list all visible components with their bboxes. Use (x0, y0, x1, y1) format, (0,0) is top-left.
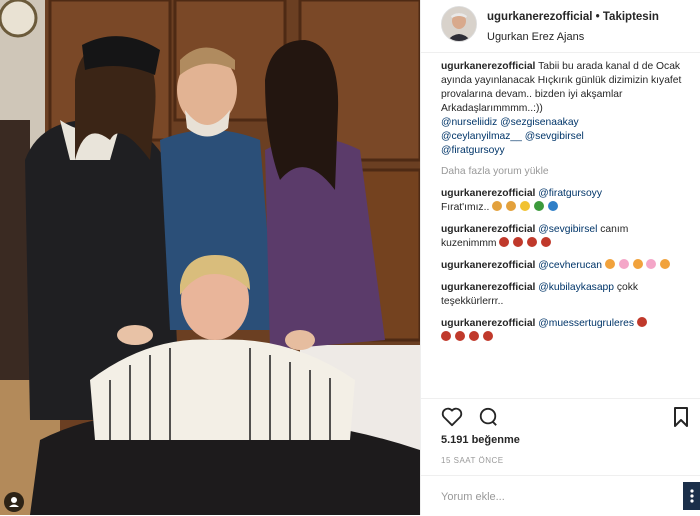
emoji-icon (506, 201, 517, 211)
emoji-icon (646, 259, 657, 269)
heart-icon[interactable] (441, 407, 463, 432)
comment-item: ugurkanerezofficial @sevgibirsel canım k… (421, 223, 700, 251)
post-username[interactable]: ugurkanerezofficial (487, 11, 592, 23)
emoji-icon (441, 331, 451, 341)
emoji-row (604, 259, 672, 271)
more-icon[interactable] (683, 482, 700, 510)
emoji-icon (499, 237, 510, 247)
action-bar (421, 398, 700, 433)
comment-icon[interactable] (477, 407, 499, 432)
emoji-icon (632, 259, 643, 269)
emoji-icon (513, 237, 524, 247)
post-location[interactable]: Ugurkan Erez Ajans (487, 31, 584, 43)
post-header: ugurkanerezofficial • Takiptesin Ugurkan… (421, 0, 700, 53)
emoji-icon (547, 201, 558, 211)
comment-text: Fırat'ımız.. (441, 202, 490, 213)
mention-link[interactable]: @firatgursoyy (538, 188, 602, 199)
load-more-comments[interactable]: Daha fazla yorum yükle (421, 166, 700, 177)
emoji-icon (527, 237, 538, 247)
caption: ugurkanerezofficial Tabii bu arada kanal… (421, 60, 700, 158)
post-photo-image (0, 0, 420, 515)
emoji-icon (636, 317, 647, 327)
like-count[interactable]: 5.191 beğenme (441, 434, 520, 446)
comments-list[interactable]: ugurkanerezofficial Tabii bu arada kanal… (421, 60, 700, 395)
emoji-row (492, 201, 559, 213)
comment-item: ugurkanerezofficial @muessertugruleres (421, 317, 700, 345)
mention-link[interactable]: @nurseliidiz (441, 117, 497, 128)
post-sidebar: ugurkanerezofficial • Takiptesin Ugurkan… (420, 0, 700, 515)
emoji-row (499, 237, 552, 249)
post-author: ugurkanerezofficial • Takiptesin (487, 11, 659, 23)
post-timestamp[interactable]: 15 SAAT ÖNCE (441, 456, 504, 465)
mention-link[interactable]: @kubilaykasapp (538, 282, 614, 293)
emoji-row (441, 331, 494, 343)
comment-username[interactable]: ugurkanerezofficial (441, 188, 535, 199)
comment-item: ugurkanerezofficial @cevherucan (421, 259, 700, 273)
post-photo (0, 0, 420, 515)
mention-link[interactable]: @sevgibirsel (538, 224, 597, 235)
emoji-icon (604, 259, 615, 269)
emoji-icon (533, 201, 544, 211)
user-tag-icon[interactable] (4, 492, 24, 512)
emoji-icon (541, 237, 551, 247)
comment-item: ugurkanerezofficial @kubilaykasapp çokk … (421, 281, 700, 309)
mention-link[interactable]: @firatgursoyy (441, 145, 505, 156)
mention-link[interactable]: @sezgisenaakay (500, 117, 579, 128)
emoji-icon (492, 201, 503, 211)
emoji-icon (468, 331, 479, 341)
caption-username[interactable]: ugurkanerezofficial (441, 61, 535, 72)
emoji-icon (454, 331, 465, 341)
emoji-icon (519, 201, 530, 211)
follow-status[interactable]: Takiptesin (603, 11, 659, 23)
mention-link[interactable]: @cevherucan (538, 260, 602, 271)
mention-link[interactable]: @ceylanyilmaz__ (441, 131, 522, 142)
emoji-icon (618, 259, 629, 269)
bookmark-icon[interactable] (673, 407, 689, 432)
separator-dot: • (595, 11, 600, 23)
comment-username[interactable]: ugurkanerezofficial (441, 224, 535, 235)
mention-link[interactable]: @sevgibirsel (525, 131, 584, 142)
avatar[interactable] (441, 6, 477, 42)
comment-input[interactable]: Yorum ekle... (441, 491, 505, 503)
comment-username[interactable]: ugurkanerezofficial (441, 260, 535, 271)
comment-item: ugurkanerezofficial @firatgursoyy Fırat'… (421, 187, 700, 215)
emoji-icon (482, 331, 493, 341)
emoji-icon (660, 259, 671, 269)
comment-username[interactable]: ugurkanerezofficial (441, 318, 535, 329)
mention-link[interactable]: @muessertugruleres (538, 318, 634, 329)
add-comment-bar: Yorum ekle... (421, 475, 700, 516)
comment-username[interactable]: ugurkanerezofficial (441, 282, 535, 293)
